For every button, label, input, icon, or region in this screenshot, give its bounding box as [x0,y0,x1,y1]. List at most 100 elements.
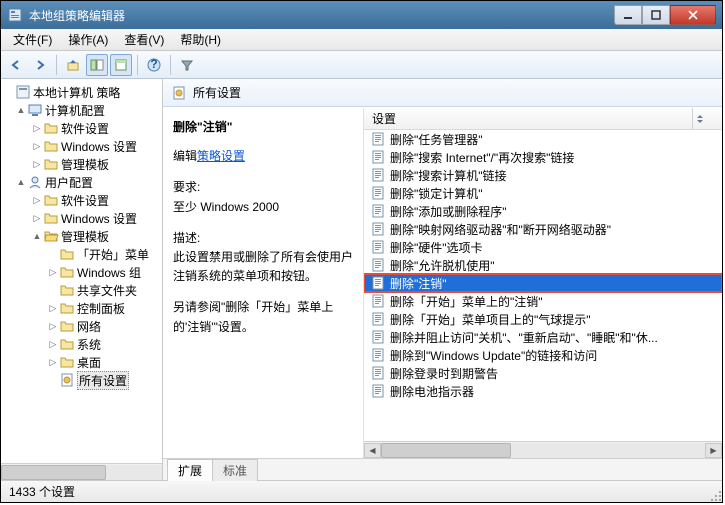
policy-item-icon [370,383,386,399]
tree-item[interactable]: ▷「开始」菜单 [1,245,162,263]
tree-item[interactable]: ▷Windows 设置 [1,137,162,155]
status-text: 1433 个设置 [9,483,75,500]
close-button[interactable] [670,5,716,25]
tree-item[interactable]: ▷Windows 组 [1,263,162,281]
list-item-label: 删除"搜索 Internet"/"再次搜索"链接 [390,149,574,166]
menu-help[interactable]: 帮助(H) [172,29,229,50]
forward-button[interactable] [29,54,51,76]
window-title: 本地组策略编辑器 [29,7,614,24]
tree[interactable]: ▶本地计算机 策略 ▲计算机配置 ▷软件设置 ▷Windows 设置 ▷管理模板… [1,79,162,463]
menu-file[interactable]: 文件(F) [5,29,60,50]
tree-item[interactable]: ▷软件设置 [1,191,162,209]
tree-item[interactable]: ▷软件设置 [1,119,162,137]
tab-extended[interactable]: 扩展 [167,459,213,481]
list-item[interactable]: 删除「开始」菜单上的"注销" [364,292,722,310]
settings-list[interactable]: 删除"任务管理器"删除"搜索 Internet"/"再次搜索"链接删除"搜索计算… [364,130,722,441]
settings-sheet-icon [171,85,187,101]
list-item[interactable]: 删除"允许脱机使用" [364,256,722,274]
list-item-label: 删除"搜索计算机"链接 [390,167,507,184]
list-item-label: 删除"允许脱机使用" [390,257,495,274]
tree-all-settings[interactable]: ▷所有设置 [1,371,162,389]
requirements-value: 至少 Windows 2000 [173,198,355,217]
properties-button[interactable] [110,54,132,76]
app-icon [7,7,23,23]
list-item[interactable]: 删除登录时到期警告 [364,364,722,382]
separator [170,55,171,75]
list-item[interactable]: 删除"添加或删除程序" [364,202,722,220]
selected-setting-title: 删除"注销" [173,118,355,137]
list-item[interactable]: 删除"映射网络驱动器"和"断开网络驱动器" [364,220,722,238]
tree-item[interactable]: ▷管理模板 [1,155,162,173]
help-button[interactable]: ? [143,54,165,76]
list-item-label: 删除"映射网络驱动器"和"断开网络驱动器" [390,221,611,238]
minimize-button[interactable] [614,5,642,25]
list-item-label: 删除「开始」菜单项目上的"气球提示" [390,311,591,328]
policy-item-icon [370,167,386,183]
policy-item-icon [370,293,386,309]
list-item-label: 删除登录时到期警告 [390,365,498,382]
scroll-thumb[interactable] [381,443,511,458]
tree-item[interactable]: ▷桌面 [1,353,162,371]
scroll-right-button[interactable]: ▶ [705,443,722,458]
list-item-label: 删除"注销" [390,275,447,292]
titlebar[interactable]: 本地组策略编辑器 [1,1,722,29]
status-bar: 1433 个设置 [1,480,722,502]
column-header[interactable]: 设置 [364,108,722,130]
tree-item[interactable]: ▷网络 [1,317,162,335]
menu-view[interactable]: 查看(V) [116,29,172,50]
back-button[interactable] [5,54,27,76]
policy-item-icon [370,311,386,327]
settings-sheet-icon [59,372,75,388]
list-item[interactable]: 删除到"Windows Update"的链接和访问 [364,346,722,364]
tree-item[interactable]: ▷控制面板 [1,299,162,317]
list-hscroll[interactable]: ◀ ▶ [364,441,722,458]
tree-admin-templates[interactable]: ▲管理模板 [1,227,162,245]
tree-user-config[interactable]: ▲用户配置 [1,173,162,191]
column-resizer[interactable] [692,108,706,129]
show-hide-tree-button[interactable] [86,54,108,76]
computer-icon [27,102,43,118]
settings-list-pane: 设置 删除"任务管理器"删除"搜索 Internet"/"再次搜索"链接删除"搜… [363,108,722,458]
list-item[interactable]: 删除「开始」菜单项目上的"气球提示" [364,310,722,328]
list-item[interactable]: 删除"硬件"选项卡 [364,238,722,256]
list-item[interactable]: 删除"任务管理器" [364,130,722,148]
list-item[interactable]: 删除电池指示器 [364,382,722,400]
app-window: 本地组策略编辑器 文件(F) 操作(A) 查看(V) 帮助(H) ? ▶本地计算… [0,0,723,503]
policy-item-icon [370,347,386,363]
folder-icon [43,210,59,226]
toolbar: ? [1,51,722,79]
policy-item-icon [370,185,386,201]
list-item[interactable]: 删除并阻止访问"关机"、"重新启动"、"睡眠"和"休... [364,328,722,346]
tree-computer-config[interactable]: ▲计算机配置 [1,101,162,119]
resize-grip-icon[interactable] [711,491,723,503]
list-item[interactable]: 删除"注销" [364,274,722,292]
list-item[interactable]: 删除"搜索 Internet"/"再次搜索"链接 [364,148,722,166]
up-button[interactable] [62,54,84,76]
tree-item[interactable]: ▷Windows 设置 [1,209,162,227]
list-item-label: 删除「开始」菜单上的"注销" [390,293,543,310]
svg-text:?: ? [150,58,157,71]
scroll-track[interactable] [381,443,705,458]
list-item[interactable]: 删除"锁定计算机" [364,184,722,202]
details-title: 所有设置 [193,84,241,101]
list-item[interactable]: 删除"搜索计算机"链接 [364,166,722,184]
policy-item-icon [370,203,386,219]
maximize-button[interactable] [642,5,670,25]
tree-item[interactable]: ▷共享文件夹 [1,281,162,299]
menu-action[interactable]: 操作(A) [60,29,116,50]
user-icon [27,174,43,190]
folder-icon [59,336,75,352]
filter-button[interactable] [176,54,198,76]
separator [56,55,57,75]
tree-root[interactable]: ▶本地计算机 策略 [1,83,162,101]
tree-item[interactable]: ▷系统 [1,335,162,353]
details-pane: 所有设置 删除"注销" 编辑策略设置 要求: 至少 Windows 2000 描… [163,79,722,480]
scroll-left-button[interactable]: ◀ [364,443,381,458]
policy-item-icon [370,149,386,165]
edit-policy-link[interactable]: 策略设置 [197,149,245,163]
tab-standard[interactable]: 标准 [212,459,258,481]
edit-line: 编辑策略设置 [173,147,355,166]
list-item-label: 删除并阻止访问"关机"、"重新启动"、"睡眠"和"休... [390,329,658,346]
details-body: 删除"注销" 编辑策略设置 要求: 至少 Windows 2000 描述: 此设… [163,107,722,458]
tree-hscroll[interactable] [1,463,162,480]
